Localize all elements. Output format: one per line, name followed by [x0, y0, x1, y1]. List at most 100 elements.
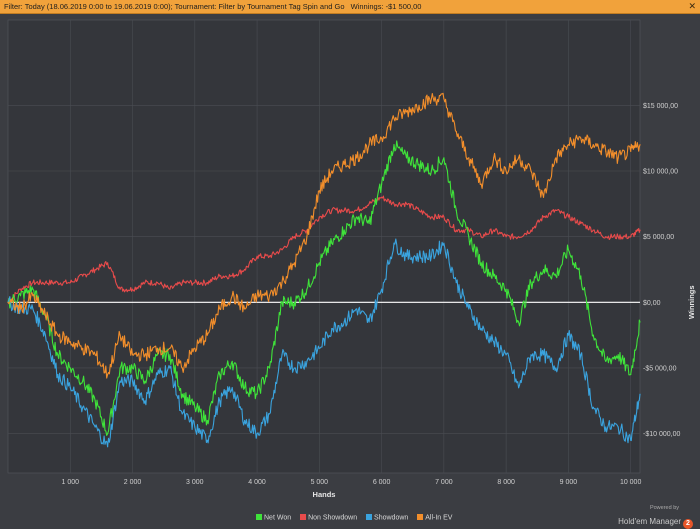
data-point: [318, 347, 320, 349]
data-point: [381, 137, 383, 139]
data-point: [555, 209, 557, 211]
data-point: [181, 282, 183, 284]
data-point: [107, 433, 109, 435]
x-tick-label: 2 000: [124, 479, 142, 486]
data-point: [181, 413, 183, 415]
data-point: [32, 295, 34, 297]
data-point: [493, 157, 495, 159]
data-point: [293, 262, 295, 264]
data-point: [630, 236, 632, 238]
data-point: [268, 413, 271, 415]
data-point: [69, 341, 71, 343]
data-point: [580, 222, 582, 225]
data-point: [592, 229, 594, 231]
data-point: [343, 163, 345, 165]
data-point: [281, 354, 283, 356]
data-point: [368, 203, 370, 205]
data-point: [169, 354, 171, 356]
data-point: [306, 288, 308, 290]
data-point: [7, 301, 9, 303]
data-point: [639, 393, 641, 395]
data-point: [219, 373, 221, 376]
data-point: [343, 209, 345, 211]
data-point: [82, 406, 84, 408]
data-point: [331, 328, 333, 330]
data-point: [306, 236, 308, 238]
data-point: [605, 150, 607, 152]
data-point: [493, 229, 495, 231]
data-point: [381, 196, 383, 198]
chart-legend: Net Won Non Showdown Showdown All-In EV: [256, 514, 459, 526]
data-point: [592, 144, 594, 146]
legend-item-non-showdown[interactable]: Non Showdown: [300, 514, 357, 522]
x-tick-label: 7 000: [435, 479, 453, 486]
data-point: [256, 295, 258, 297]
filter-bar[interactable]: Filter: Today (18.06.2019 0:00 to 19.06.…: [0, 0, 700, 14]
y-tick-label: $0,00: [643, 300, 661, 307]
data-point: [617, 426, 619, 428]
data-point: [231, 387, 233, 389]
legend-item-net-won[interactable]: Net Won: [256, 514, 291, 522]
data-point: [331, 209, 333, 211]
data-point: [630, 150, 632, 152]
data-point: [69, 367, 71, 369]
data-point: [293, 236, 295, 238]
data-point: [592, 406, 594, 408]
data-point: [343, 229, 345, 231]
data-point: [455, 229, 457, 231]
data-point: [343, 321, 345, 323]
data-point: [505, 236, 507, 238]
data-point: [567, 249, 570, 251]
data-point: [44, 282, 47, 284]
data-point: [393, 144, 395, 146]
y-tick-label: $15 000,00: [643, 103, 678, 110]
data-point: [567, 216, 570, 218]
data-point: [468, 308, 470, 310]
data-point: [405, 203, 408, 205]
data-point: [94, 268, 96, 271]
data-point: [169, 367, 171, 369]
data-point: [331, 170, 333, 172]
data-point: [505, 354, 507, 356]
data-point: [542, 354, 545, 356]
y-tick-label: -$5 000,00: [643, 365, 677, 372]
data-point: [131, 288, 134, 290]
data-point: [630, 439, 632, 441]
plot-area: [7, 19, 641, 474]
x-tick-label: 3 000: [186, 479, 204, 486]
data-point: [94, 426, 96, 428]
data-point: [169, 347, 171, 349]
x-axis-title: Hands: [313, 490, 336, 499]
data-point: [518, 157, 520, 159]
data-point: [605, 360, 607, 362]
data-point: [268, 367, 271, 369]
legend-item-all-in-ev[interactable]: All-In EV: [417, 514, 452, 522]
data-point: [82, 380, 84, 382]
data-point: [256, 433, 258, 435]
close-icon[interactable]: ✕: [688, 0, 696, 13]
data-point: [144, 380, 146, 382]
data-point: [630, 373, 632, 376]
data-point: [468, 157, 470, 159]
data-point: [281, 301, 283, 303]
legend-item-showdown[interactable]: Showdown: [366, 514, 408, 522]
legend-label: All-In EV: [425, 514, 453, 522]
data-point: [94, 400, 96, 402]
data-point: [331, 242, 333, 244]
data-point: [57, 334, 59, 336]
y-tick-label: -$10 000,00: [643, 431, 680, 438]
data-point: [443, 216, 445, 218]
data-point: [256, 255, 258, 257]
x-tick-label: 10 000: [620, 479, 642, 486]
data-point: [567, 334, 570, 336]
data-point: [430, 170, 432, 172]
data-point: [293, 301, 295, 303]
data-point: [144, 282, 146, 284]
data-point: [181, 367, 183, 369]
data-point: [94, 354, 96, 356]
data-point: [639, 144, 641, 146]
data-point: [405, 157, 408, 159]
data-point: [542, 196, 545, 198]
data-point: [219, 400, 221, 402]
data-point: [356, 209, 358, 211]
